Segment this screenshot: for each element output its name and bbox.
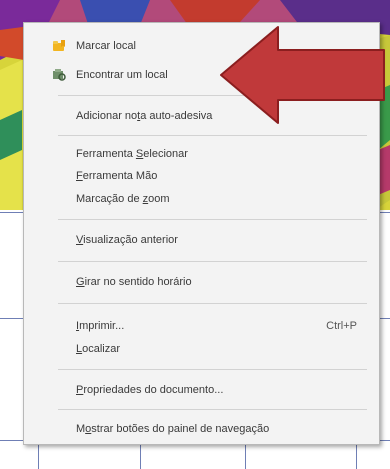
separator: [58, 219, 367, 220]
separator: [58, 261, 367, 262]
menu-item-marcacao-zoom[interactable]: Marcação de zoom: [24, 188, 379, 210]
menu-item-visualizacao-anterior[interactable]: Visualização anterior: [24, 229, 379, 251]
separator: [58, 135, 367, 136]
menu-item-propriedades-documento[interactable]: Propriedades do documento...: [24, 379, 379, 401]
menu-item-mostrar-botoes[interactable]: Mostrar botões do painel de navegação: [24, 418, 379, 440]
separator: [58, 369, 367, 370]
menu-item-girar-horario[interactable]: Girar no sentido horário: [24, 271, 379, 293]
separator: [58, 409, 367, 410]
menu-item-localizar[interactable]: Localizar: [24, 338, 379, 360]
menu-item-label: Marcar local: [76, 40, 136, 52]
menu-item-ferramenta-mao[interactable]: Ferramenta Mão: [24, 165, 379, 187]
shortcut-label: Ctrl+P: [326, 320, 357, 332]
red-arrow-annotation: [220, 26, 385, 124]
menu-item-ferramenta-selecionar[interactable]: Ferramenta Selecionar: [24, 143, 379, 165]
menu-item-imprimir[interactable]: Imprimir... Ctrl+P: [24, 315, 379, 337]
bookmark-folder-icon: [52, 39, 66, 53]
separator: [58, 303, 367, 304]
menu-item-label: Encontrar um local: [76, 69, 168, 81]
find-location-icon: [52, 68, 66, 82]
